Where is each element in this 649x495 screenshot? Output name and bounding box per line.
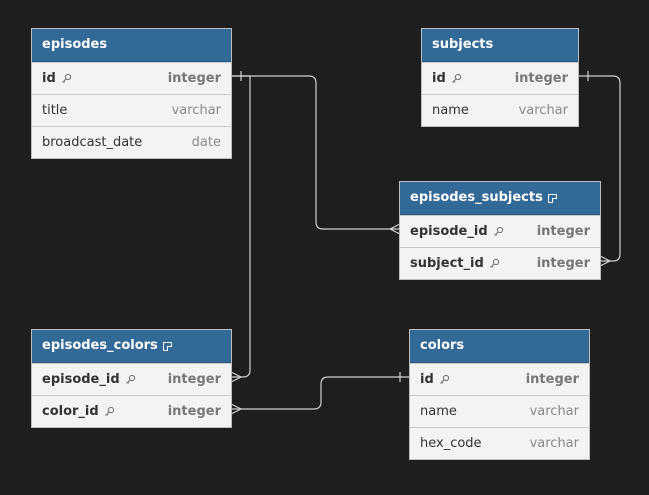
table-header[interactable]: episodes_subjects [400,182,600,215]
column-type: integer [514,71,568,86]
column-type: varchar [171,103,221,118]
many-marker [230,403,243,415]
column-row-id[interactable]: id integer [32,62,231,94]
column-row-hex-code[interactable]: hex_code varchar [410,427,589,459]
column-type: integer [167,372,221,387]
column-name: id [432,71,462,86]
column-row-subject-id[interactable]: subject_id integer [400,247,600,279]
table-episodes-colors[interactable]: episodes_colors episode_id integer color… [32,330,231,427]
column-row-episode-id[interactable]: episode_id integer [400,215,600,247]
column-name: color_id [42,404,115,419]
column-row-episode-id[interactable]: episode_id integer [32,363,231,395]
table-title: episodes_colors [42,338,158,353]
column-name: subject_id [410,256,500,271]
many-marker [388,223,401,235]
column-name: name [420,404,457,419]
column-row-name[interactable]: name varchar [410,395,589,427]
key-icon [104,406,114,416]
note-icon[interactable] [162,341,172,351]
column-name: episode_id [42,372,136,387]
column-row-broadcast-date[interactable]: broadcast_date date [32,126,231,158]
table-header[interactable]: subjects [422,29,578,62]
key-icon [451,73,461,83]
table-subjects[interactable]: subjects id integer name varchar [422,29,578,126]
column-type: date [191,135,221,150]
table-title: subjects [432,37,494,52]
column-row-color-id[interactable]: color_id integer [32,395,231,427]
key-icon [61,73,71,83]
link-episodes-to-episodes-colors [231,75,251,378]
column-row-id[interactable]: id integer [422,62,578,94]
many-marker [599,255,612,267]
table-episodes-subjects[interactable]: episodes_subjects episode_id integer sub… [400,182,600,279]
table-episodes[interactable]: episodes id integer title varchar broadc… [32,29,231,158]
column-row-id[interactable]: id integer [410,363,589,395]
key-icon [493,226,503,236]
table-header[interactable]: episodes_colors [32,330,231,363]
column-name: title [42,103,68,118]
column-row-title[interactable]: title varchar [32,94,231,126]
many-marker [230,371,243,383]
column-name: hex_code [420,436,482,451]
column-name: broadcast_date [42,135,143,150]
column-name: id [42,71,72,86]
table-title: episodes [42,37,108,52]
column-type: varchar [529,436,579,451]
key-icon [125,374,135,384]
table-title: episodes_subjects [410,190,543,205]
key-icon [489,258,499,268]
column-name: episode_id [410,224,504,239]
link-colors-to-episodes-colors [231,376,410,410]
column-type: integer [167,404,221,419]
column-type: varchar [529,404,579,419]
column-type: integer [525,372,579,387]
table-colors[interactable]: colors id integer name varchar hex_code … [410,330,589,459]
table-header[interactable]: colors [410,330,589,363]
column-type: integer [167,71,221,86]
column-type: integer [536,256,590,271]
link-episodes-to-episodes-subjects [231,75,400,230]
note-icon[interactable] [547,193,557,203]
column-name: name [432,103,469,118]
table-header[interactable]: episodes [32,29,231,62]
key-icon [439,374,449,384]
column-type: integer [536,224,590,239]
table-title: colors [420,338,465,353]
column-name: id [420,372,450,387]
column-row-name[interactable]: name varchar [422,94,578,126]
column-type: varchar [518,103,568,118]
